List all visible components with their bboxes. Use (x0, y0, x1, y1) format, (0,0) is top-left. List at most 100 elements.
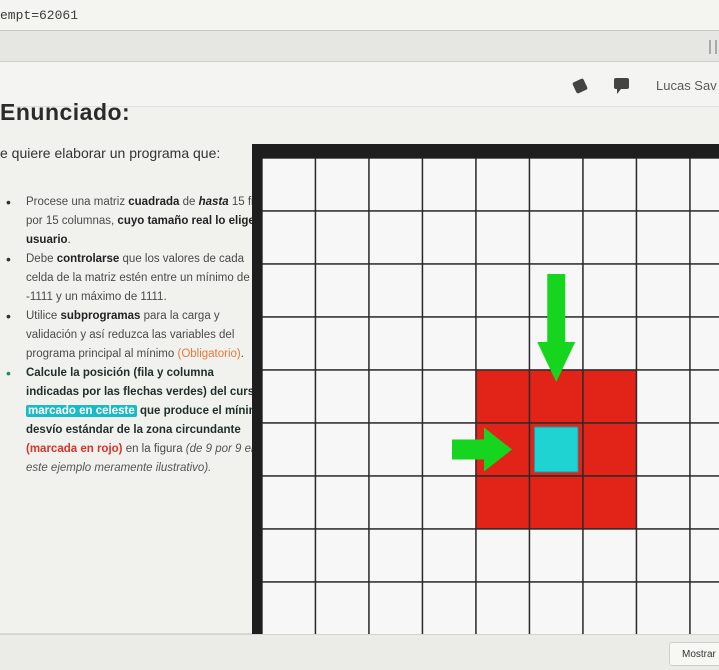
page-title: Enunciado: (0, 99, 131, 125)
grid-cell (262, 422, 317, 477)
grid-cell (582, 263, 638, 318)
grid-cell (262, 528, 317, 583)
bottom-bar: Mostrar (0, 634, 719, 670)
grid-cell (314, 316, 370, 371)
grid-cell (368, 475, 424, 530)
user-menu[interactable]: Lucas Sav (656, 78, 717, 93)
grid-cell (262, 316, 317, 371)
item-text-bold: subprogramas (60, 310, 141, 322)
grid-cell (635, 210, 691, 265)
chat-icon[interactable] (614, 78, 629, 94)
grid-cell (421, 263, 477, 318)
grid-cell (368, 422, 424, 477)
item-text-bold: controlarse (56, 253, 120, 265)
grid-cell (421, 316, 477, 371)
grid-cell (314, 475, 370, 530)
grid-cell (421, 581, 477, 634)
grid-cell (528, 158, 584, 212)
item-text: . (208, 462, 212, 474)
grid-cell (582, 316, 638, 371)
grid-cell (314, 263, 370, 318)
grid-cell (314, 422, 370, 477)
grid-cell (689, 263, 719, 318)
grid-cell (475, 263, 531, 318)
browser-toolbar (0, 31, 719, 62)
grid-cell (475, 210, 531, 265)
grid-cell (314, 369, 370, 424)
item-text: . (240, 348, 244, 360)
item-text: Utilice (26, 310, 61, 322)
grid-cell (528, 475, 584, 530)
matrix-figure (262, 158, 719, 634)
show-button[interactable]: Mostrar (669, 642, 719, 666)
bullet-icon: • (6, 194, 11, 210)
grid-cell (582, 581, 638, 634)
grid-cell (635, 158, 691, 212)
grid-cell (421, 369, 477, 424)
grid-cell (475, 581, 531, 634)
intro-text: e quiere elaborar un programa que: (0, 145, 221, 161)
grid-cell (689, 210, 719, 265)
grid-cell (635, 263, 691, 318)
grid-cell (582, 422, 638, 477)
grid-cell (528, 528, 584, 583)
grid-cell (475, 158, 531, 212)
toolbar-handle-icon[interactable] (709, 40, 717, 54)
mandatory-note: (Obligatorio) (177, 348, 241, 360)
grid-cell (262, 475, 317, 530)
list-item: • Debe controlarse que los valores de ca… (6, 250, 270, 307)
grid-cell (528, 210, 584, 265)
list-item: • Utilice subprogramas para la carga y v… (6, 307, 270, 364)
item-text: de (179, 196, 199, 208)
grid-cell (635, 316, 691, 371)
grid-cell (368, 581, 424, 634)
cyan-highlight: marcado en celeste (26, 405, 137, 417)
bullet-icon: • (6, 365, 11, 381)
grid-cell (368, 210, 424, 265)
grid-cell (368, 316, 424, 371)
item-text: en la figura (122, 443, 186, 455)
grid-cell (475, 475, 531, 530)
grid-cell (475, 316, 531, 371)
list-item: • Procese una matriz cuadrada de hasta 1… (6, 193, 270, 250)
grid-cell (475, 369, 531, 424)
grid-cell (582, 475, 638, 530)
grid-cell (689, 369, 719, 424)
red-zone-note: (marcada en rojo) (26, 443, 123, 455)
list-item: • Calcule la posición (fila y columna in… (6, 364, 270, 478)
browser-address-bar[interactable]: empt=62061 (0, 0, 719, 31)
grid-cell (421, 158, 477, 212)
item-text-bold: Calcule la posición (fila y columna indi… (26, 367, 266, 398)
requirements-list: • Procese una matriz cuadrada de hasta 1… (0, 193, 270, 478)
grid-cell (262, 210, 317, 265)
grid-cell (528, 581, 584, 634)
grid-cell (262, 369, 317, 424)
item-text: . (67, 234, 71, 246)
grid-cell (368, 528, 424, 583)
grid-cell (582, 369, 638, 424)
item-text: Debe (26, 253, 57, 265)
notification-icon[interactable] (572, 78, 588, 94)
grid-cell (582, 528, 638, 583)
grid-cell (689, 581, 719, 634)
matrix-grid (262, 158, 719, 634)
grid-cell (582, 158, 638, 212)
grid-cell (314, 581, 370, 634)
grid-cell (368, 158, 424, 212)
grid-cell (635, 581, 691, 634)
grid-cell (262, 263, 317, 318)
grid-cell (475, 528, 531, 583)
grid-cell (689, 475, 719, 530)
grid-cell (635, 528, 691, 583)
grid-cell (689, 158, 719, 212)
grid-cell (582, 210, 638, 265)
grid-cell (421, 210, 477, 265)
url-text[interactable]: empt=62061 (0, 8, 78, 23)
item-text: Procese una matriz (26, 196, 129, 208)
grid-cell (689, 422, 719, 477)
grid-cell (421, 475, 477, 530)
item-text-bold: cuadrada (128, 196, 180, 208)
grid-cell (635, 369, 691, 424)
grid-cell (421, 528, 477, 583)
cursor-marker (534, 426, 579, 473)
